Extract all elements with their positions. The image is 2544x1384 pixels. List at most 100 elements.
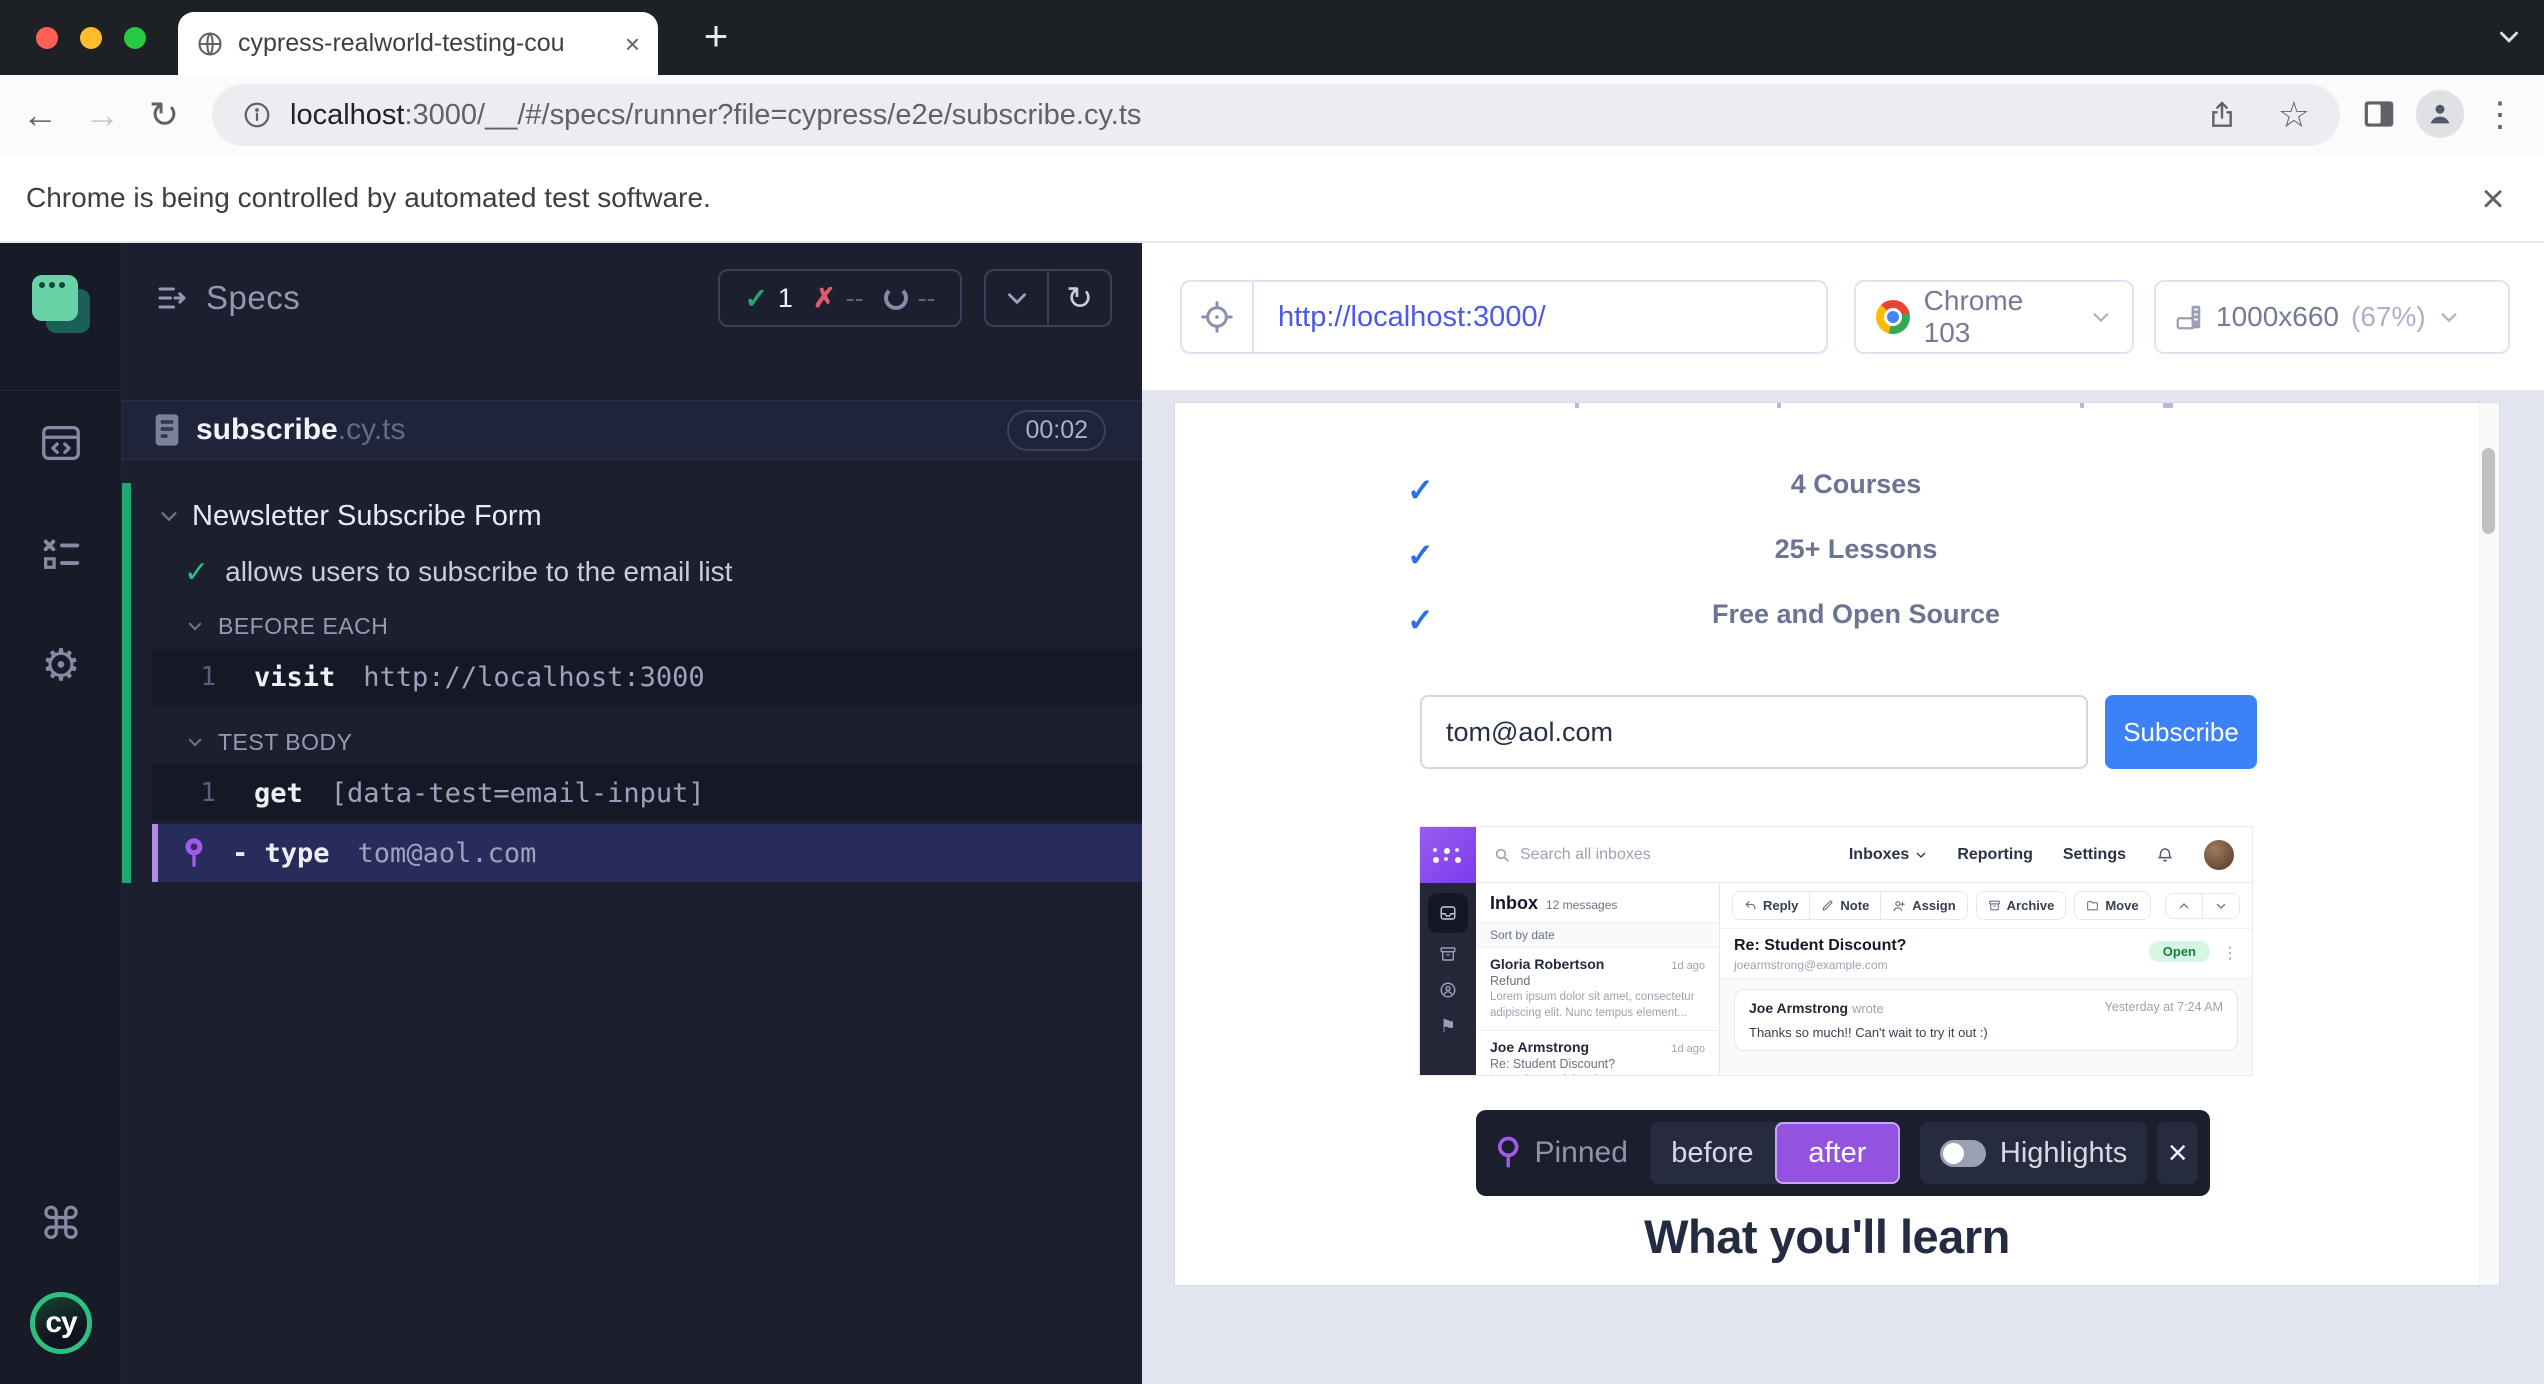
reply-icon: [1744, 899, 1757, 912]
hook-chevron-down-icon[interactable]: [186, 617, 204, 635]
test-row[interactable]: ✓ allows users to subscribe to the email…: [122, 551, 1142, 593]
subscribe-button[interactable]: Subscribe: [2105, 695, 2257, 769]
command-glyph: ⌘: [39, 1203, 83, 1247]
clipped-content-fragment: [2163, 403, 2173, 408]
test-body-hook-row[interactable]: TEST BODY: [122, 723, 1142, 761]
test-stats: ✓ 1 ✗ -- --: [718, 269, 962, 327]
feature-row: ✓ 25+ Lessons: [1175, 534, 2455, 574]
window-close-button[interactable]: [36, 27, 58, 49]
aut-url[interactable]: http://localhost:3000/: [1278, 301, 1546, 334]
cypress-reporter: Specs ✓ 1 ✗ -- -- ↻: [122, 243, 1142, 1384]
browser-select-label: Chrome 103: [1924, 285, 2077, 349]
before-each-hook-row[interactable]: BEFORE EACH: [122, 607, 1142, 645]
browser-tab[interactable]: cypress-realworld-testing-cou ×: [178, 12, 658, 75]
inbox-sidebar-archive-icon: [1439, 945, 1457, 963]
unpin-close-button[interactable]: ×: [2157, 1122, 2198, 1184]
mail-message-card: Joe Armstrong wrote Yesterday at 7:24 AM…: [1734, 989, 2238, 1051]
tab-close-icon[interactable]: ×: [625, 31, 640, 57]
clipped-content-fragment: [1777, 403, 1781, 408]
address-bar[interactable]: localhost:3000/__/#/specs/runner?file=cy…: [212, 84, 2340, 146]
pin-icon[interactable]: [174, 836, 214, 870]
new-tab-button[interactable]: +: [690, 10, 742, 62]
feature-label: 4 Courses: [1556, 469, 2156, 500]
clipped-content-fragment: [2080, 403, 2084, 408]
nav-runs-checklist-item[interactable]: [0, 515, 122, 595]
suite-row[interactable]: Newsletter Subscribe Form: [122, 495, 1142, 537]
inbox-app-screenshot: Search all inboxes Inboxes Reporting Set…: [1420, 827, 2252, 1075]
message-time: 1d ago: [1671, 960, 1705, 972]
spec-file-name: subscribe: [196, 413, 338, 447]
pinned-label: Pinned: [1534, 1136, 1627, 1170]
inbox-count: 12 messages: [1546, 898, 1617, 912]
viewport-select[interactable]: 1000x660 (67%): [2154, 280, 2510, 354]
feature-check-icon: ✓: [1407, 536, 1434, 574]
reload-button[interactable]: ↻: [140, 91, 188, 139]
collapse-all-button[interactable]: [986, 271, 1047, 325]
snapshot-before-button[interactable]: before: [1650, 1122, 1775, 1184]
suite-chevron-down-icon[interactable]: [158, 505, 180, 527]
rerun-tests-button[interactable]: ↻: [1047, 271, 1110, 325]
command-type-row-pinned[interactable]: - type tom@aol.com: [152, 824, 1142, 882]
inbox-mail-toolbar: Reply Note Assign: [1720, 883, 2252, 929]
mail-author: Joe Armstrong wrote: [1749, 1000, 1884, 1016]
site-info-icon[interactable]: [242, 100, 272, 130]
tab-strip-chevron-down-icon[interactable]: [2494, 22, 2524, 52]
url-path: :3000/__/#/specs/runner?file=cypress/e2e…: [404, 99, 1141, 131]
chrome-logo-icon: [1876, 300, 1910, 334]
bookmark-star-icon[interactable]: ☆: [2278, 94, 2310, 136]
window-minimize-button[interactable]: [80, 27, 102, 49]
email-input[interactable]: [1420, 695, 2088, 769]
message-time: 1d ago: [1671, 1043, 1705, 1055]
spec-file-row[interactable]: subscribe .cy.ts 00:02: [122, 400, 1142, 460]
address-bar-url[interactable]: localhost:3000/__/#/specs/runner?file=cy…: [290, 99, 2166, 132]
inbox-sidebar: ⚑: [1420, 883, 1476, 1075]
selector-playground-button[interactable]: [1182, 282, 1254, 352]
cypress-side-nav: ⚙ ⌘ cy: [0, 243, 122, 1384]
chevron-up-icon: [2178, 900, 2190, 912]
highlights-toggle[interactable]: [1940, 1140, 1986, 1167]
command-name: - type: [232, 838, 330, 869]
logo-front-window: [32, 275, 78, 321]
archive-button: Archive: [1977, 892, 2066, 919]
failed-x-icon: ✗: [813, 283, 836, 314]
command-get-row[interactable]: 1 get [data-test=email-input]: [152, 765, 1142, 821]
feature-check-icon: ✓: [1407, 601, 1434, 639]
inbox-sidebar-inbox-icon: [1428, 893, 1468, 933]
snapshot-after-button[interactable]: after: [1775, 1122, 1900, 1184]
share-icon[interactable]: [2206, 99, 2238, 131]
side-panel-icon[interactable]: [2360, 95, 2398, 133]
toggle-knob: [1943, 1143, 1964, 1164]
ruler-icon: [2174, 302, 2204, 332]
command-visit-row[interactable]: 1 visit http://localhost:3000: [152, 649, 1142, 705]
aut-scrollbar-track[interactable]: [2479, 403, 2499, 1285]
inbox-search: Search all inboxes: [1494, 846, 1720, 864]
message-preview: Lorem ipsum dolor sit amet, consectetur: [1490, 1073, 1705, 1075]
chevron-down-icon: [2090, 306, 2112, 328]
failed-count: --: [846, 283, 864, 314]
banner-close-icon[interactable]: ×: [2470, 176, 2516, 222]
nav-specs-item[interactable]: [0, 403, 122, 483]
highlights-control[interactable]: Highlights: [1920, 1122, 2147, 1184]
feature-check-icon: ✓: [1407, 471, 1434, 509]
browser-select[interactable]: Chrome 103: [1854, 280, 2134, 354]
inbox-subject-row: Re: Student Discount? joearmstrong@examp…: [1720, 929, 2252, 979]
window-zoom-button[interactable]: [124, 27, 146, 49]
inbox-list-header: Inbox 12 messages: [1476, 883, 1719, 922]
forward-button[interactable]: →: [78, 91, 126, 139]
automation-banner: Chrome is being controlled by automated …: [0, 154, 2544, 243]
cypress-logo-button[interactable]: cy: [0, 1283, 122, 1363]
pending-count: --: [918, 283, 936, 314]
hook-chevron-down-icon[interactable]: [186, 733, 204, 751]
side-nav-divider: [0, 390, 122, 391]
inbox-nav-settings: Settings: [2063, 846, 2126, 864]
profile-avatar[interactable]: [2416, 90, 2464, 138]
aut-scrollbar-thumb[interactable]: [2482, 448, 2495, 534]
keyboard-shortcuts-icon[interactable]: ⌘: [0, 1185, 122, 1265]
browser-menu-kebab-icon[interactable]: ⋮: [2480, 91, 2520, 139]
feature-label: 25+ Lessons: [1556, 534, 2156, 565]
tab-title: cypress-realworld-testing-cou: [238, 29, 621, 58]
chevron-down-icon: [2438, 306, 2460, 328]
move-button: Move: [2075, 892, 2149, 919]
nav-settings-gear-icon[interactable]: ⚙: [0, 626, 122, 706]
back-button[interactable]: ←: [16, 91, 64, 139]
